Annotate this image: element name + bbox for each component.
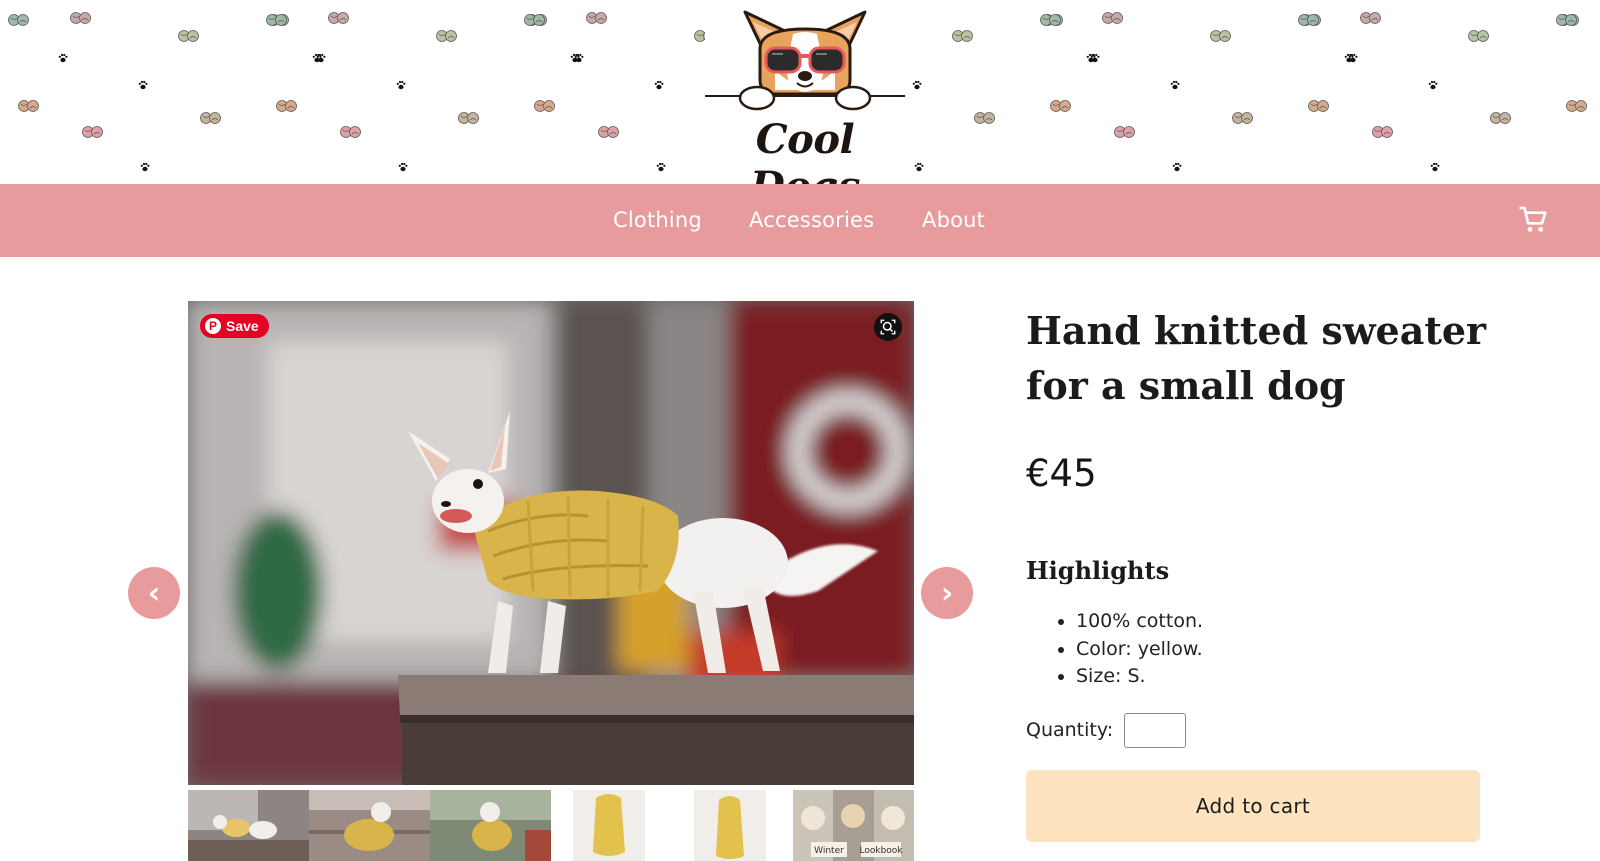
yarn-icon	[524, 14, 545, 26]
yarn-icon	[458, 112, 479, 124]
highlights-list: 100% cotton. Color: yellow. Size: S.	[1076, 608, 1203, 691]
paw-icon	[574, 53, 584, 63]
gallery-next-button[interactable]: ›	[921, 567, 973, 619]
yarn-icon	[340, 126, 361, 138]
yarn-icon	[1114, 126, 1135, 138]
yarn-icon	[436, 30, 457, 42]
lookbook-title-text: Lookbook	[859, 846, 903, 856]
paw-icon	[1428, 80, 1438, 90]
thumbnail-5[interactable]	[672, 790, 793, 861]
thumbnail-3[interactable]	[430, 790, 551, 861]
yarn-icon	[534, 100, 555, 112]
yarn-icon	[70, 12, 91, 24]
paw-icon	[1172, 162, 1182, 172]
paw-icon	[396, 80, 406, 90]
nav-item-accessories[interactable]: Accessories	[749, 208, 874, 232]
pinterest-save-button[interactable]: P Save	[200, 314, 269, 338]
product-title: Hand knitted sweater for a small dog	[1026, 308, 1487, 408]
save-label: Save	[226, 318, 259, 334]
paw-icon	[1170, 80, 1180, 90]
paw-icon	[656, 162, 666, 172]
paw-icon	[1348, 53, 1358, 63]
yarn-icon	[1468, 30, 1489, 42]
yarn-icon	[1372, 126, 1393, 138]
shopping-cart-icon[interactable]	[1518, 204, 1550, 236]
highlight-item: Color: yellow.	[1076, 636, 1203, 664]
highlights-heading: Highlights	[1026, 556, 1170, 585]
yarn-icon	[1298, 14, 1319, 26]
yarn-icon	[1566, 100, 1587, 112]
thumbnail-strip: Winter Lookbook	[188, 790, 914, 861]
nav-item-about[interactable]: About	[922, 208, 985, 232]
paw-icon	[912, 80, 922, 90]
yarn-icon	[974, 112, 995, 124]
zoom-icon[interactable]	[874, 313, 902, 341]
paw-icon	[138, 80, 148, 90]
quantity-input[interactable]	[1124, 713, 1186, 748]
yarn-icon	[1040, 14, 1061, 26]
logo[interactable]: Cool Dogs	[705, 4, 905, 184]
yarn-icon	[18, 100, 39, 112]
yarn-icon	[1556, 14, 1577, 26]
yarn-icon	[1232, 112, 1253, 124]
yarn-icon	[8, 14, 29, 26]
yarn-icon	[1210, 30, 1231, 42]
nav-item-clothing[interactable]: Clothing	[613, 208, 702, 232]
paw-icon	[140, 162, 150, 172]
yarn-icon	[1360, 12, 1381, 24]
yarn-icon	[266, 14, 287, 26]
paw-icon	[58, 53, 68, 63]
product-price: €45	[1026, 452, 1097, 495]
site-header: Cool Dogs	[0, 0, 1600, 184]
yarn-icon	[200, 112, 221, 124]
chevron-left-icon: ‹	[147, 575, 161, 611]
corgi-logo-icon	[705, 10, 905, 111]
highlight-item: 100% cotton.	[1076, 608, 1203, 636]
highlight-item: Size: S.	[1076, 663, 1203, 691]
yarn-icon	[1102, 12, 1123, 24]
yarn-icon	[586, 12, 607, 24]
yarn-icon	[1050, 100, 1071, 112]
gallery-prev-button[interactable]: ‹	[128, 567, 180, 619]
yarn-icon	[1308, 100, 1329, 112]
add-to-cart-button[interactable]: Add to cart	[1026, 770, 1480, 842]
product-main-image[interactable]: P Save	[188, 301, 914, 785]
yarn-icon	[598, 126, 619, 138]
paw-icon	[1090, 53, 1100, 63]
paw-icon	[1430, 162, 1440, 172]
thumbnail-6-lookbook[interactable]: Winter Lookbook	[793, 790, 914, 861]
yarn-icon	[328, 12, 349, 24]
thumbnail-4[interactable]	[551, 790, 672, 861]
thumbnail-2[interactable]	[309, 790, 430, 861]
quantity-label: Quantity:	[1026, 719, 1114, 741]
yarn-icon	[276, 100, 297, 112]
lookbook-winter-text: Winter	[814, 846, 844, 856]
yarn-icon	[82, 126, 103, 138]
yarn-icon	[178, 30, 199, 42]
dog-photo	[188, 301, 914, 785]
yarn-icon	[952, 30, 973, 42]
chevron-right-icon: ›	[940, 575, 954, 611]
yarn-icon	[1490, 112, 1511, 124]
paw-icon	[316, 53, 326, 63]
paw-icon	[914, 162, 924, 172]
pinterest-icon: P	[205, 318, 221, 334]
paw-icon	[654, 80, 664, 90]
paw-icon	[398, 162, 408, 172]
main-nav: Clothing Accessories About	[0, 184, 1600, 257]
brand-name: Cool Dogs	[750, 116, 860, 184]
thumbnail-1[interactable]	[188, 790, 309, 861]
